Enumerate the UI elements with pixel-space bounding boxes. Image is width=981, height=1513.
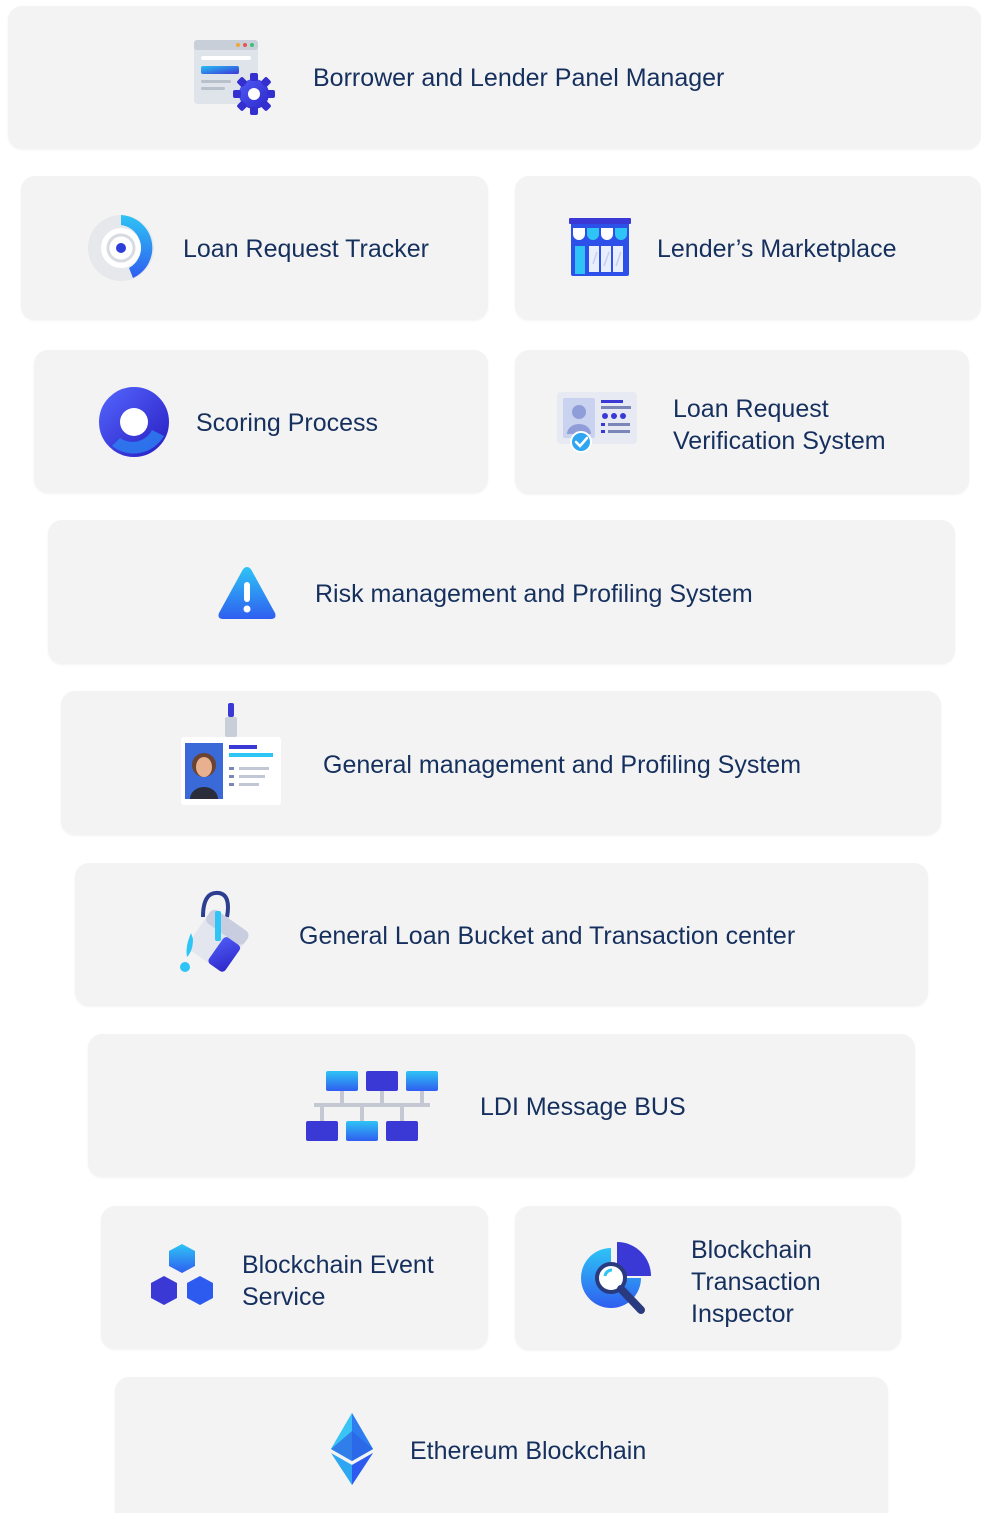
card-label: Risk management and Profiling System [315, 580, 753, 608]
ring-score-icon [98, 386, 170, 458]
card-label-line3: Inspector [691, 1300, 794, 1328]
id-card-check-icon [557, 392, 639, 454]
id-badge-icon [181, 703, 283, 807]
card-label-line2: Verification System [673, 427, 886, 455]
card-label-line2: Transaction [691, 1268, 821, 1296]
card-transaction-inspector: Blockchain Transaction Inspector [515, 1206, 901, 1350]
card-label-line1: Blockchain [691, 1236, 812, 1264]
warning-triangle-icon [216, 564, 278, 622]
card-general-management: General management and Profiling System [61, 691, 941, 835]
ethereum-icon [329, 1413, 375, 1485]
card-label: General management and Profiling System [323, 751, 802, 779]
hexagon-cluster-icon [145, 1242, 219, 1312]
card-risk-management: Risk management and Profiling System [48, 520, 955, 664]
card-lenders-marketplace: Lender’s Marketplace [515, 176, 981, 320]
card-label: Scoring Process [196, 409, 379, 437]
card-message-bus: LDI Message BUS [88, 1034, 915, 1177]
card-label: Ethereum Blockchain [410, 1437, 647, 1465]
card-label-line1: Loan Request [673, 395, 829, 423]
magnifier-chart-icon [581, 1238, 655, 1318]
card-panel-manager: Borrower and Lender Panel Manager [8, 6, 981, 149]
paint-bucket-icon [177, 887, 261, 975]
card-label: Borrower and Lender Panel Manager [313, 64, 725, 92]
card-label: LDI Message BUS [480, 1093, 686, 1121]
browser-gear-icon [194, 40, 276, 116]
card-label: Lender’s Marketplace [657, 235, 897, 263]
card-label-line1: Blockchain Event [242, 1251, 434, 1279]
network-bus-icon [306, 1071, 440, 1143]
card-event-service: Blockchain Event Service [101, 1206, 488, 1349]
card-loan-request-verification: Loan Request Verification System [515, 350, 969, 494]
card-label: General Loan Bucket and Transaction cent… [299, 922, 796, 950]
card-label-line2: Service [242, 1283, 326, 1311]
card-label: Loan Request Tracker [183, 235, 429, 263]
storefront-icon [569, 216, 633, 280]
card-loan-bucket: General Loan Bucket and Transaction cent… [75, 863, 928, 1006]
card-ethereum: Ethereum Blockchain [115, 1377, 888, 1513]
card-scoring-process: Scoring Process [34, 350, 488, 493]
card-loan-request-tracker: Loan Request Tracker [21, 176, 488, 320]
target-tracker-icon [85, 212, 157, 284]
